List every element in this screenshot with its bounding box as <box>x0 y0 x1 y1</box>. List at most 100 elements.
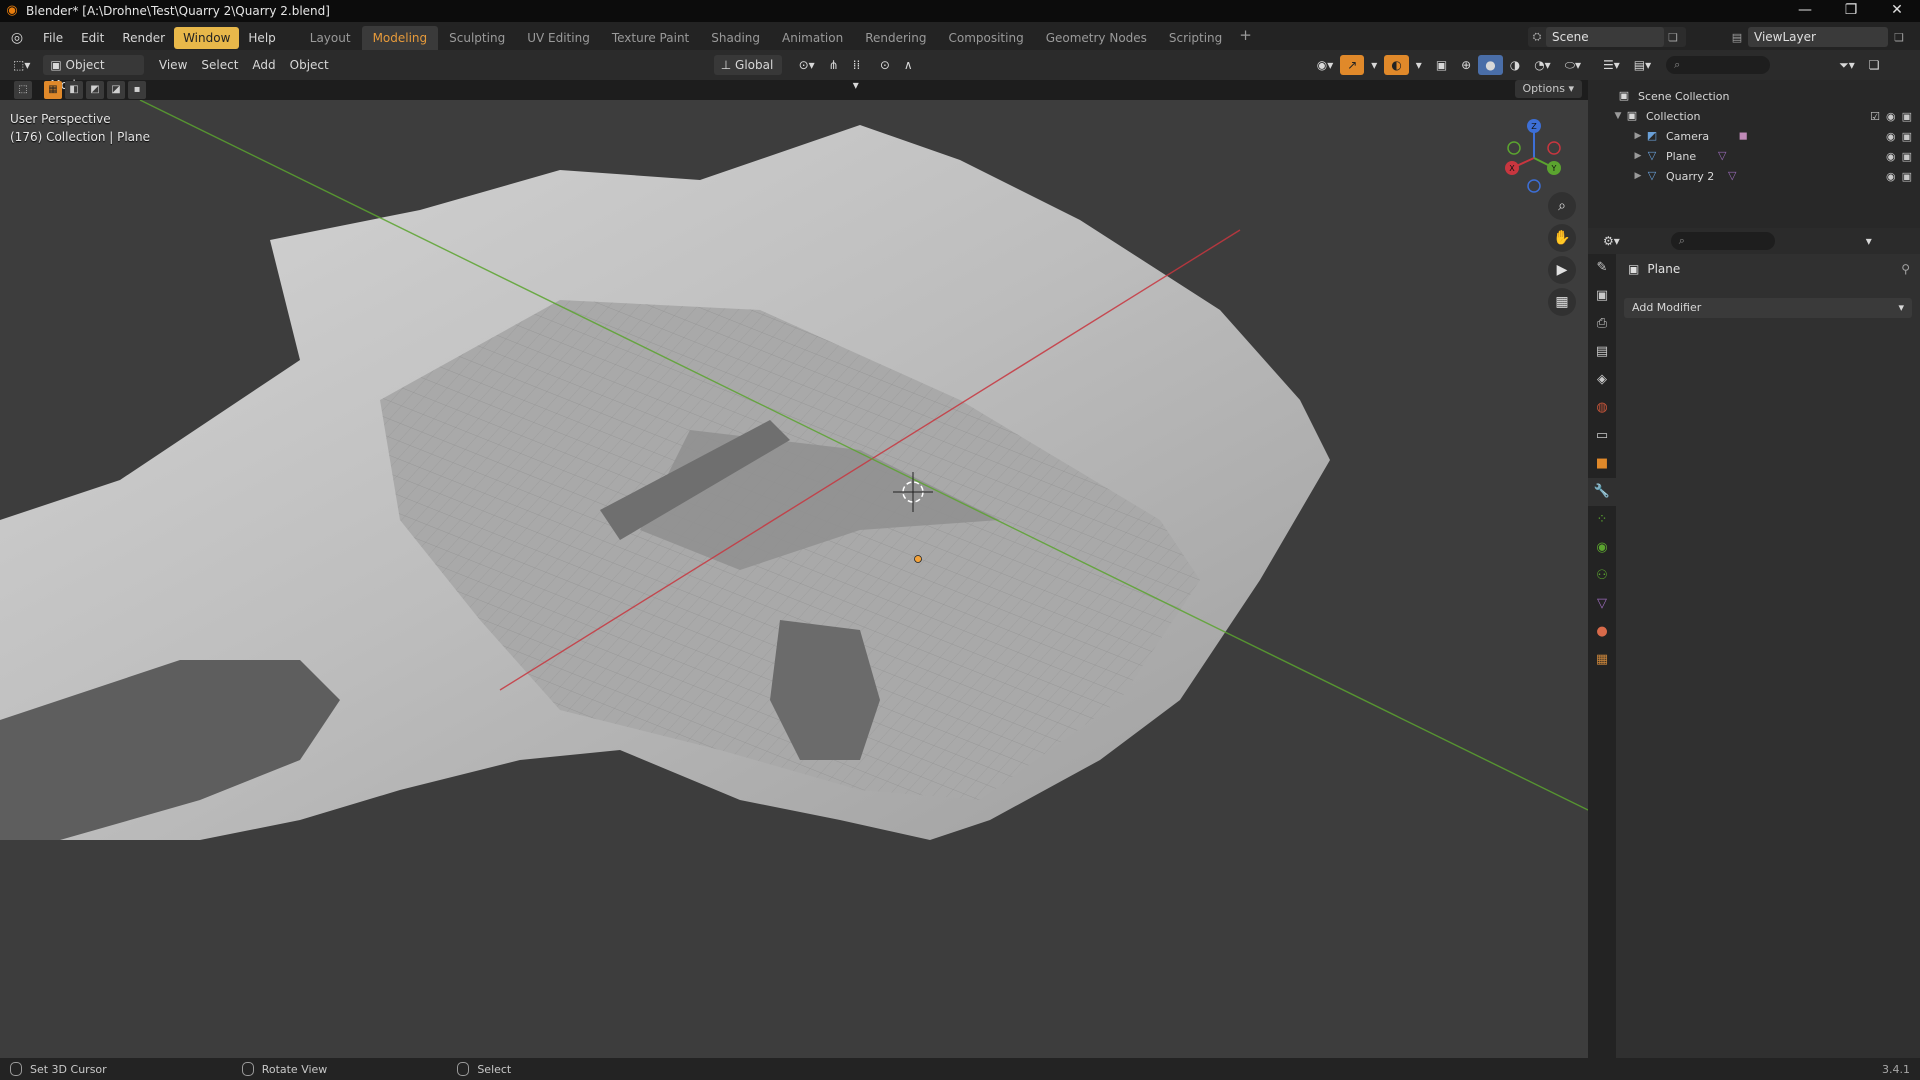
tab-uv-editing[interactable]: UV Editing <box>516 26 601 50</box>
tab-shading[interactable]: Shading <box>700 26 771 50</box>
add-workspace-button[interactable]: + <box>1233 26 1258 50</box>
snap-target-icon[interactable]: ⁞⁞▾ <box>846 55 873 92</box>
material-tab-icon[interactable]: ● <box>1588 618 1616 646</box>
select-invert-icon[interactable]: ◪ <box>107 81 125 99</box>
outliner-search-input[interactable]: ⌕ <box>1666 56 1771 74</box>
outliner-row-camera[interactable]: ▶ ◩ Camera ◼ ◉ ▣ <box>1588 126 1920 146</box>
tab-rendering[interactable]: Rendering <box>854 26 937 50</box>
menu-view[interactable]: View <box>152 55 194 75</box>
overlay-toggle-icon[interactable]: ◐ <box>1384 55 1409 75</box>
outliner-row-collection[interactable]: ▼ ▣ Collection ☑ ◉ ▣ <box>1588 106 1920 126</box>
close-button[interactable]: ✕ <box>1874 0 1920 22</box>
perspective-toggle-icon[interactable]: ▦ <box>1548 288 1576 316</box>
select-subtract-icon[interactable]: ◩ <box>86 81 104 99</box>
visibility-eye-icon[interactable]: ◉ <box>1886 170 1896 183</box>
options-dropdown[interactable]: Options ▾ <box>1514 80 1582 98</box>
shading-options-icon[interactable]: ⬭▾ <box>1558 55 1588 75</box>
camera-view-icon[interactable]: ▶ <box>1548 256 1576 284</box>
display-mode-icon[interactable]: ▤▾ <box>1627 55 1658 75</box>
minimize-button[interactable]: — <box>1782 0 1828 22</box>
collapse-icon[interactable]: ▼ <box>1612 111 1624 121</box>
properties-editor-icon[interactable]: ⚙▾ <box>1596 231 1627 251</box>
tab-animation[interactable]: Animation <box>771 26 854 50</box>
outliner-editor-icon[interactable]: ☰▾ <box>1596 55 1627 75</box>
gizmo-neg-x-icon[interactable] <box>1547 141 1561 155</box>
menu-window[interactable]: Window <box>174 27 240 49</box>
visibility-eye-icon[interactable]: ◉ <box>1886 130 1896 143</box>
view-layer-selector[interactable]: ▤ ViewLayer ❏ <box>1726 27 1914 47</box>
maximize-button[interactable]: ❐ <box>1828 0 1874 22</box>
menu-help[interactable]: Help <box>239 27 284 49</box>
select-new-icon[interactable]: ▦ <box>44 81 62 99</box>
expand-icon[interactable]: ▶ <box>1632 151 1644 161</box>
visibility-icon[interactable]: ◉▾ <box>1310 55 1341 75</box>
mesh-data-icon[interactable]: ▽ <box>1714 149 1730 163</box>
gizmo-neg-y-icon[interactable] <box>1507 141 1521 155</box>
xray-toggle-icon[interactable]: ▣ <box>1429 55 1454 75</box>
scene-name[interactable]: Scene <box>1546 27 1664 47</box>
output-tab-icon[interactable]: ⎙ <box>1588 310 1616 338</box>
proportional-edit-icon[interactable]: ⊙ <box>873 55 897 75</box>
gizmo-toggle-icon[interactable]: ↗ <box>1340 55 1365 75</box>
expand-icon[interactable]: ▶ <box>1632 171 1644 181</box>
select-extend-icon[interactable]: ◧ <box>65 81 83 99</box>
falloff-icon[interactable]: ∧ <box>897 55 920 75</box>
tab-modeling[interactable]: Modeling <box>361 26 439 50</box>
pan-hand-icon[interactable]: ✋ <box>1548 224 1576 252</box>
gizmo-neg-z-icon[interactable] <box>1527 179 1541 193</box>
new-collection-icon[interactable]: ❏ <box>1862 55 1887 75</box>
tab-geometry-nodes[interactable]: Geometry Nodes <box>1035 26 1158 50</box>
material-shading-icon[interactable]: ◑ <box>1503 55 1527 75</box>
properties-search-input[interactable]: ⌕ <box>1670 232 1775 250</box>
new-view-layer-icon[interactable]: ❏ <box>1888 31 1910 44</box>
select-box-tool-icon[interactable]: ⬚ <box>14 81 32 99</box>
menu-add[interactable]: Add <box>245 55 282 75</box>
wireframe-shading-icon[interactable]: ⊕ <box>1454 55 1478 75</box>
tab-layout[interactable]: Layout <box>299 26 362 50</box>
new-scene-icon[interactable]: ❏ <box>1664 31 1682 44</box>
mesh-data-icon[interactable]: ▽ <box>1724 169 1740 183</box>
menu-select[interactable]: Select <box>194 55 245 75</box>
rendered-shading-icon[interactable]: ◔▾ <box>1527 55 1558 75</box>
orientation-selector[interactable]: ⊥ Global <box>713 55 782 75</box>
menu-edit[interactable]: Edit <box>72 27 113 49</box>
menu-object[interactable]: Object <box>283 55 336 75</box>
scene-tab-icon[interactable]: ◈ <box>1588 366 1616 394</box>
physics-tab-icon[interactable]: ◉ <box>1588 534 1616 562</box>
texture-tab-icon[interactable]: ▦ <box>1588 646 1616 674</box>
tab-compositing[interactable]: Compositing <box>937 26 1034 50</box>
view-layer-name[interactable]: ViewLayer <box>1748 27 1888 47</box>
modifier-tab-icon[interactable]: 🔧 <box>1588 478 1616 506</box>
camera-data-icon[interactable]: ◼ <box>1735 129 1751 143</box>
properties-options-icon[interactable]: ▾ <box>1859 231 1879 251</box>
render-camera-icon[interactable]: ▣ <box>1902 110 1912 123</box>
filter-icon[interactable]: ⏷▾ <box>1832 55 1862 75</box>
render-camera-icon[interactable]: ▣ <box>1902 150 1912 163</box>
outliner-row-plane[interactable]: ▶ ▽ Plane ▽ ◉ ▣ <box>1588 146 1920 166</box>
visibility-eye-icon[interactable]: ◉ <box>1886 110 1896 123</box>
outliner-row-quarry[interactable]: ▶ ▽ Quarry 2 ▽ ◉ ▣ <box>1588 166 1920 186</box>
render-tab-icon[interactable]: ▣ <box>1588 282 1616 310</box>
particles-tab-icon[interactable]: ⁘ <box>1588 506 1616 534</box>
constraints-tab-icon[interactable]: ⚇ <box>1588 562 1616 590</box>
pivot-icon[interactable]: ⊙▾ <box>792 55 822 75</box>
snap-icon[interactable]: ⋔ <box>822 55 846 75</box>
solid-shading-icon[interactable]: ● <box>1478 55 1503 75</box>
collection-tab-icon[interactable]: ▭ <box>1588 422 1616 450</box>
tab-texture-paint[interactable]: Texture Paint <box>601 26 700 50</box>
overlay-menu-icon[interactable]: ▾ <box>1409 55 1429 75</box>
render-camera-icon[interactable]: ▣ <box>1902 170 1912 183</box>
exclude-checkbox-icon[interactable]: ☑ <box>1870 110 1880 123</box>
tab-scripting[interactable]: Scripting <box>1158 26 1233 50</box>
pin-icon[interactable]: ⚲ <box>1901 262 1910 276</box>
data-tab-icon[interactable]: ▽ <box>1588 590 1616 618</box>
3d-viewport[interactable]: User Perspective (176) Collection | Plan… <box>0 100 1588 1058</box>
menu-render[interactable]: Render <box>113 27 174 49</box>
zoom-icon[interactable]: ⌕ <box>1548 192 1576 220</box>
outliner-row-scene-collection[interactable]: ▣ Scene Collection <box>1588 86 1920 106</box>
tool-tab-icon[interactable]: ✎ <box>1588 254 1616 282</box>
object-tab-icon[interactable]: ■ <box>1588 450 1616 478</box>
view-layer-tab-icon[interactable]: ▤ <box>1588 338 1616 366</box>
visibility-eye-icon[interactable]: ◉ <box>1886 150 1896 163</box>
render-camera-icon[interactable]: ▣ <box>1902 130 1912 143</box>
